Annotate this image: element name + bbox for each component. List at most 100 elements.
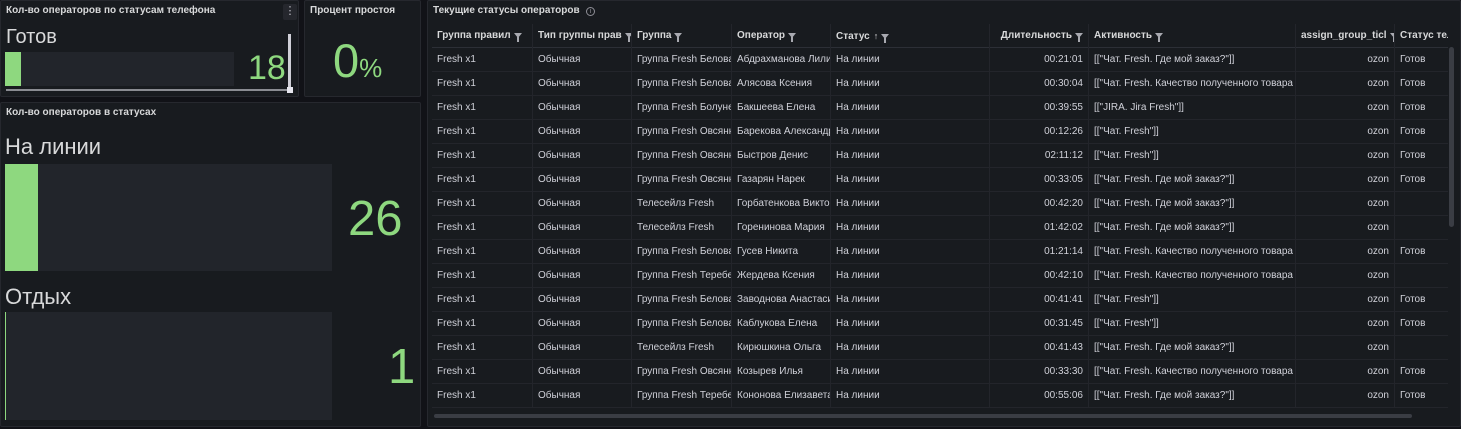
filter-icon[interactable] — [513, 32, 522, 42]
cell-assign-group: ozon — [1295, 360, 1394, 384]
filter-icon[interactable] — [674, 32, 683, 42]
column-header-status[interactable]: Статус ↑ — [830, 24, 989, 48]
column-header-label: assign_group_ticl — [1301, 30, 1387, 41]
scrollbar[interactable] — [288, 34, 291, 88]
table-row[interactable]: Fresh x1 Обычная Группа Fresh Теребе Жердев… — [432, 264, 1448, 288]
cell-status: На линии — [830, 312, 989, 336]
cell-operator: Абдрахманова Лили — [731, 48, 830, 72]
column-header-rule-group[interactable]: Группа правил — [432, 24, 532, 48]
filter-icon[interactable] — [788, 32, 797, 42]
cell-phone-status: Готов — [1394, 168, 1448, 192]
table-row[interactable]: Fresh x1 Обычная Группа Fresh Белова Каблук… — [432, 312, 1448, 336]
status-row-label: На линии — [5, 134, 102, 159]
table-row[interactable]: Fresh x1 Обычная Группа Fresh Белова Заводн… — [432, 288, 1448, 312]
column-header-group-type[interactable]: Тип группы прав — [532, 24, 631, 48]
status-count: 18 — [248, 49, 286, 87]
cell-activity: [["JIRA. Jira Fresh"]] — [1088, 96, 1295, 120]
cell-assign-group: ozon — [1295, 96, 1394, 120]
table-row[interactable]: Fresh x1 Обычная Группа Fresh Белова Абдрах… — [432, 48, 1448, 72]
cell-activity: [["Чат. Fresh"]] — [1088, 120, 1295, 144]
cell-group: Телесейлз Fresh — [631, 336, 731, 360]
table-row[interactable]: Fresh x1 Обычная Группа Fresh Овсянн Газаря… — [432, 168, 1448, 192]
cell-group-type: Обычная — [532, 48, 631, 72]
cell-operator: Бакшеева Елена — [731, 96, 830, 120]
column-header-label: Статус теле — [1400, 30, 1448, 41]
operators-table: Группа правил Тип группы прав Группа Операт… — [432, 24, 1448, 414]
cell-group: Группа Fresh Белова — [631, 312, 731, 336]
cell-operator: Горбатенкова Виктор — [731, 192, 830, 216]
status-row-bar-fill — [5, 312, 7, 420]
cell-group: Телесейлз Fresh — [631, 216, 731, 240]
cell-activity: [["Чат. Fresh. Качество полученного това… — [1088, 240, 1295, 264]
cell-group-type: Обычная — [532, 240, 631, 264]
cell-activity: [["Чат. Fresh. Где мой заказ?"]] — [1088, 216, 1295, 240]
cell-assign-group: ozon — [1295, 264, 1394, 288]
idle-percent-panel: Процент простоя 0% — [304, 0, 421, 97]
table-row[interactable]: Fresh x1 Обычная Группа Fresh Белова Гусев … — [432, 240, 1448, 264]
table-row[interactable]: Fresh x1 Обычная Группа Fresh Овсянн Бареко… — [432, 120, 1448, 144]
status-row-count: 1 — [388, 340, 416, 394]
table-row[interactable]: Fresh x1 Обычная Группа Fresh Белова Алясов… — [432, 72, 1448, 96]
cell-status: На линии — [830, 384, 989, 408]
cell-activity: [["Чат. Fresh. Качество полученного това… — [1088, 72, 1295, 96]
table-row[interactable]: Fresh x1 Обычная Телесейлз Fresh Кирюшкина … — [432, 336, 1448, 360]
cell-assign-group: ozon — [1295, 336, 1394, 360]
column-header-duration[interactable]: Длительность — [989, 24, 1088, 48]
cell-rule-group: Fresh x1 — [437, 342, 476, 353]
table-vertical-scrollbar[interactable] — [1449, 47, 1454, 227]
filter-icon[interactable] — [1155, 32, 1164, 42]
cell-group-type: Обычная — [532, 288, 631, 312]
cell-phone-status: Готов — [1394, 240, 1448, 264]
cell-status: На линии — [830, 72, 989, 96]
column-header-label: Тип группы прав — [538, 30, 622, 41]
column-header-group[interactable]: Группа — [631, 24, 731, 48]
table-row[interactable]: Fresh x1 Обычная Группа Fresh Болуне Бакшее… — [432, 96, 1448, 120]
cell-group-type: Обычная — [532, 264, 631, 288]
cell-group-type: Обычная — [532, 192, 631, 216]
table-row[interactable]: Fresh x1 Обычная Группа Fresh Теребе Кононо… — [432, 384, 1448, 408]
cell-activity: [["Чат. Fresh"]] — [1088, 312, 1295, 336]
column-header-assign-group[interactable]: assign_group_ticl — [1295, 24, 1394, 48]
info-icon[interactable]: i — [586, 7, 595, 16]
cell-operator: Газарян Нарек — [731, 168, 830, 192]
panel-title: Кол-во операторов по статусам телефона — [6, 5, 216, 16]
cell-duration: 00:30:04 — [989, 72, 1088, 96]
filter-icon[interactable] — [1075, 32, 1083, 42]
column-header-activity[interactable]: Активность — [1088, 24, 1295, 48]
cell-duration: 01:21:14 — [989, 240, 1088, 264]
cell-status: На линии — [830, 288, 989, 312]
table-row[interactable]: Fresh x1 Обычная Телесейлз Fresh Горенинова… — [432, 216, 1448, 240]
cell-activity: [["Чат. Fresh. Где мой заказ?"]] — [1088, 384, 1295, 408]
scroll-track — [6, 89, 287, 91]
cell-rule-group: Fresh x1 — [437, 54, 476, 65]
column-header-phone-status[interactable]: Статус теле — [1394, 24, 1448, 48]
cell-assign-group: ozon — [1295, 288, 1394, 312]
cell-rule-group: Fresh x1 — [437, 198, 476, 209]
resize-handle[interactable] — [287, 87, 293, 93]
cell-group-type: Обычная — [532, 384, 631, 408]
column-header-operator[interactable]: Оператор — [731, 24, 830, 48]
cell-rule-group: Fresh x1 — [437, 270, 476, 281]
status-row-bar-fill — [5, 164, 38, 271]
sort-ascending-icon[interactable]: ↑ — [874, 31, 879, 41]
status-label: Готов — [6, 26, 57, 48]
cell-rule-group: Fresh x1 — [437, 150, 476, 161]
cell-activity: [["Чат. Fresh. Качество полученного това… — [1088, 360, 1295, 384]
cell-duration: 00:31:45 — [989, 312, 1088, 336]
cell-activity: [["Чат. Fresh. Где мой заказ?"]] — [1088, 168, 1295, 192]
cell-activity: [["Чат. Fresh"]] — [1088, 288, 1295, 312]
table-row[interactable]: Fresh x1 Обычная Группа Fresh Овсянн Козыре… — [432, 360, 1448, 384]
panel-menu-icon[interactable]: ⋮ — [283, 4, 297, 20]
filter-icon[interactable] — [881, 33, 890, 43]
cell-rule-group: Fresh x1 — [437, 102, 476, 113]
cell-group: Группа Fresh Овсянн — [631, 120, 731, 144]
cell-assign-group: ozon — [1295, 192, 1394, 216]
cell-phone-status: Готов — [1394, 144, 1448, 168]
table-horizontal-scrollbar[interactable] — [434, 414, 1412, 418]
cell-phone-status: Готов — [1394, 120, 1448, 144]
table-row[interactable]: Fresh x1 Обычная Группа Fresh Овсянн Быстро… — [432, 144, 1448, 168]
column-header-label: Активность — [1094, 30, 1153, 41]
cell-operator: Горенинова Мария — [731, 216, 830, 240]
table-row[interactable]: Fresh x1 Обычная Телесейлз Fresh Горбатенко… — [432, 192, 1448, 216]
cell-duration: 00:42:10 — [989, 264, 1088, 288]
